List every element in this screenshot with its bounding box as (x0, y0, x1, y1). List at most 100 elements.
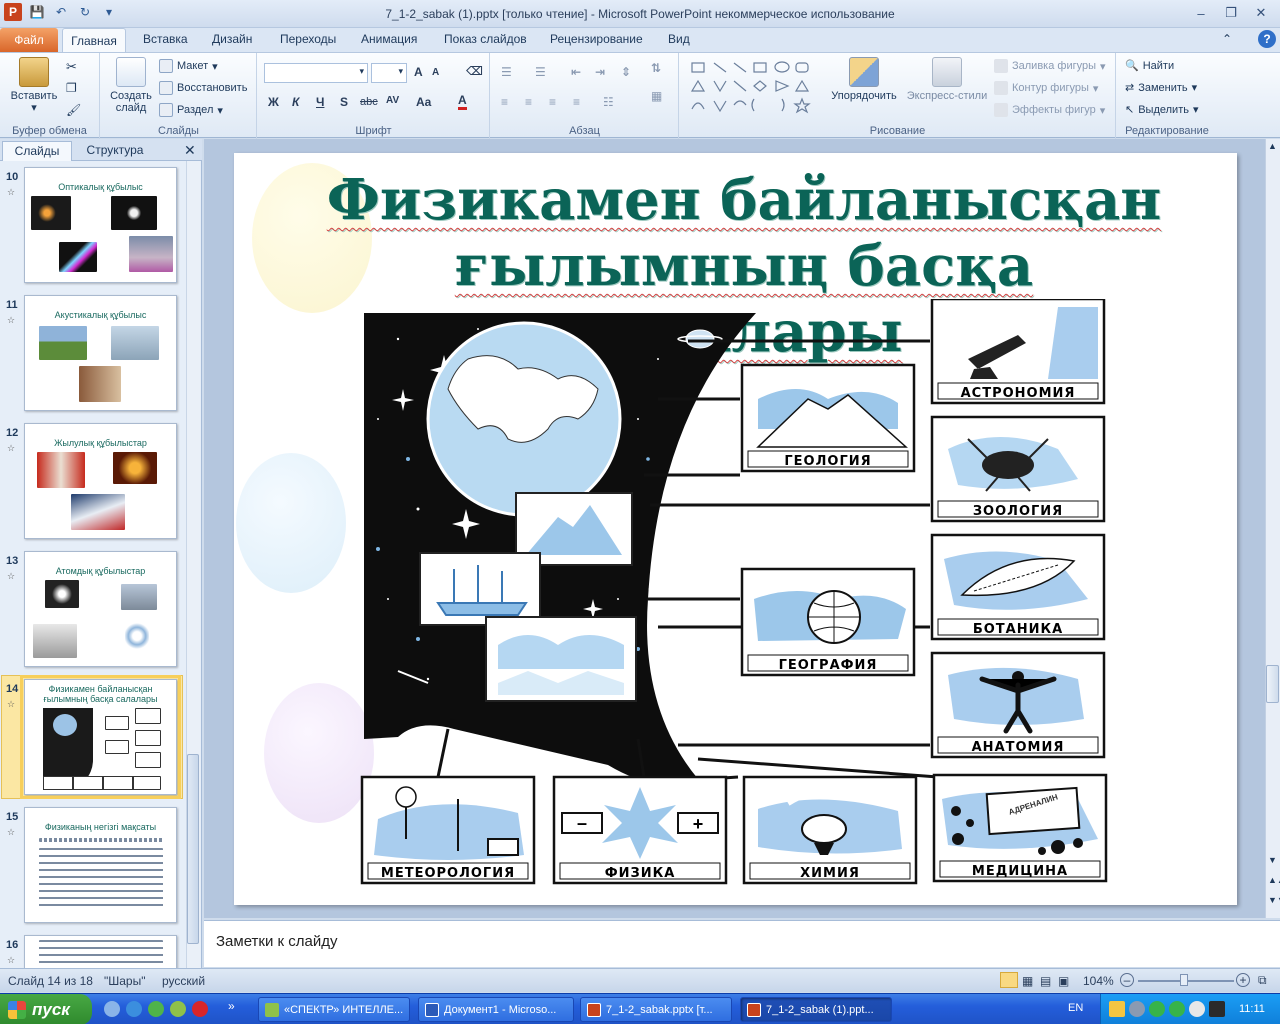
taskbar-button-pptx[interactable]: 7_1-2_sabak.pptx [т... (580, 997, 732, 1022)
show-desktop-icon[interactable] (104, 1001, 120, 1017)
slide-thumbnail-12[interactable]: Жылулық құбылыстар (24, 423, 177, 539)
antivirus-icon[interactable] (1149, 1001, 1165, 1017)
input-language[interactable]: EN (1068, 1002, 1083, 1014)
tab-design[interactable]: Дизайн (212, 32, 252, 46)
numbering-icon[interactable]: ☰ (535, 65, 546, 79)
font-color-button[interactable]: A (458, 94, 467, 110)
box-physics[interactable]: – + ФИЗИКА (552, 775, 728, 885)
minimize-icon[interactable]: – (1192, 4, 1210, 22)
increase-indent-icon[interactable]: ⇥ (595, 65, 605, 79)
quick-styles-button[interactable]: Экспресс-стили (904, 57, 990, 102)
slide-thumbnail-14[interactable]: Физикамен байланысқан ғылымның басқа сал… (20, 675, 181, 799)
cut-icon[interactable]: ✂ (66, 59, 77, 75)
select-button[interactable]: ↖ Выделить ▾ (1125, 103, 1199, 117)
reset-button[interactable]: Восстановить (159, 81, 247, 95)
find-button[interactable]: 🔍 Найти (1125, 59, 1174, 73)
clear-format-icon[interactable]: ⌫ (466, 64, 483, 78)
align-center-icon[interactable]: ≡ (525, 95, 532, 109)
quicklaunch-icon[interactable] (148, 1001, 164, 1017)
tab-transitions[interactable]: Переходы (280, 32, 336, 46)
tab-home[interactable]: Главная (62, 28, 126, 53)
fit-to-window-icon[interactable]: ⧉ (1258, 973, 1267, 988)
reading-view-icon[interactable]: ▤ (1040, 974, 1051, 988)
shape-fill-button[interactable]: Заливка фигуры ▾ (994, 59, 1106, 73)
box-geology[interactable]: ГЕОЛОГИЯ (740, 363, 916, 473)
zoom-level[interactable]: 104% (1083, 974, 1114, 988)
zoom-in-icon[interactable]: + (1236, 973, 1250, 987)
previous-slide-icon[interactable]: ▲▲ (1268, 875, 1280, 885)
help-icon[interactable]: ? (1258, 30, 1276, 48)
notes-pane[interactable]: Заметки к слайду (204, 920, 1280, 967)
slide-scrollbar-thumb[interactable] (1266, 665, 1279, 703)
taskbar-button-spektr[interactable]: «СПЕКТР» ИНТЕЛЛЕ... (258, 997, 410, 1022)
shape-outline-button[interactable]: Контур фигуры ▾ (994, 81, 1098, 95)
align-text-icon[interactable]: ▦ (651, 89, 662, 103)
tab-slides[interactable]: Слайды (2, 141, 72, 161)
internet-explorer-icon[interactable] (126, 1001, 142, 1017)
taskbar-button-word[interactable]: Документ1 - Microso... (418, 997, 574, 1022)
underline-button[interactable]: Ч (316, 95, 324, 109)
clock[interactable]: 11:11 (1239, 1003, 1265, 1015)
network-icon[interactable] (1129, 1001, 1145, 1017)
box-botany[interactable]: БОТАНИКА (930, 533, 1106, 641)
line-spacing-icon[interactable]: ⇕ (621, 65, 631, 79)
arrange-button[interactable]: Упорядочить (826, 57, 902, 102)
text-direction-icon[interactable]: ⇅ (651, 61, 661, 75)
align-left-icon[interactable]: ≡ (501, 95, 508, 109)
tray-app-icon[interactable] (1209, 1001, 1225, 1017)
slide-canvas[interactable]: Физикамен байланысқан ғылымның басқа сал… (234, 153, 1237, 905)
grow-font-button[interactable]: A (414, 65, 423, 79)
shape-effects-button[interactable]: Эффекты фигур ▾ (994, 103, 1105, 117)
bullets-icon[interactable]: ☰ (501, 65, 512, 79)
slide-thumbnail-15[interactable]: Физиканың негізгі мақсаты (24, 807, 177, 923)
shapes-gallery[interactable] (688, 59, 818, 121)
more-icon[interactable]: » (228, 999, 235, 1013)
normal-view-icon[interactable] (1000, 972, 1018, 988)
scroll-up-icon[interactable]: ▲ (1268, 141, 1277, 151)
paste-button[interactable]: Вставить ▾ (6, 57, 62, 114)
slide-thumbnail-11[interactable]: Акустикалық құбылыс (24, 295, 177, 411)
slide-thumbnail-13[interactable]: Атомдық құбылыстар (24, 551, 177, 667)
quicklaunch-icon[interactable] (170, 1001, 186, 1017)
tab-animation[interactable]: Анимация (361, 32, 417, 46)
tab-view[interactable]: Вид (668, 32, 690, 46)
copy-icon[interactable]: ❐ (66, 81, 77, 95)
char-spacing-button[interactable]: AV (386, 95, 399, 106)
zoom-out-icon[interactable]: – (1120, 973, 1134, 987)
box-anatomy[interactable]: АНАТОМИЯ (930, 651, 1106, 759)
font-family-combo[interactable]: ▾ (264, 63, 368, 83)
shadow-button[interactable]: S (340, 95, 348, 109)
volume-icon[interactable] (1189, 1001, 1205, 1017)
columns-icon[interactable]: ☷ (603, 95, 614, 109)
change-case-button[interactable]: Aa (416, 95, 431, 109)
tray-icon[interactable] (1169, 1001, 1185, 1017)
box-astronomy[interactable]: АСТРОНОМИЯ (930, 299, 1106, 405)
replace-button[interactable]: ⇄ Заменить ▾ (1125, 81, 1197, 95)
taskbar-button-pptx-active[interactable]: 7_1-2_sabak (1).ppt... (740, 997, 892, 1022)
theme-name[interactable]: "Шары" (104, 974, 146, 988)
box-medicine[interactable]: АДРЕНАЛИН МЕДИЦИНА (932, 773, 1108, 883)
close-icon[interactable]: ✕ (1252, 4, 1270, 22)
box-zoology[interactable]: ЗООЛОГИЯ (930, 415, 1106, 523)
minimize-ribbon-icon[interactable]: ⌃ (1222, 32, 1232, 46)
restore-icon[interactable]: ❐ (1222, 4, 1240, 22)
next-slide-icon[interactable]: ▼▼ (1268, 895, 1280, 905)
slide-sorter-icon[interactable]: ▦ (1022, 974, 1033, 988)
layout-button[interactable]: Макет ▾ (159, 59, 218, 73)
scroll-down-icon[interactable]: ▼ (1268, 855, 1277, 865)
bold-button[interactable]: Ж (268, 95, 279, 109)
tab-review[interactable]: Рецензирование (550, 32, 643, 46)
slide-thumbnail-16[interactable] (24, 935, 177, 969)
security-shield-icon[interactable] (1109, 1001, 1125, 1017)
slide-vertical-scrollbar[interactable]: ▲ ▼ ▲▲ ▼▼ (1265, 139, 1280, 918)
language-indicator[interactable]: русский (162, 974, 205, 988)
tab-insert[interactable]: Вставка (143, 32, 188, 46)
box-geography[interactable]: ГЕОГРАФИЯ (740, 567, 916, 677)
start-button[interactable]: пуск (0, 994, 92, 1024)
font-size-combo[interactable]: ▾ (371, 63, 407, 83)
italic-button[interactable]: К (292, 95, 299, 109)
justify-icon[interactable]: ≡ (573, 95, 580, 109)
yandex-icon[interactable] (192, 1001, 208, 1017)
tab-slideshow[interactable]: Показ слайдов (444, 32, 527, 46)
strikethrough-button[interactable]: abc (360, 96, 378, 108)
